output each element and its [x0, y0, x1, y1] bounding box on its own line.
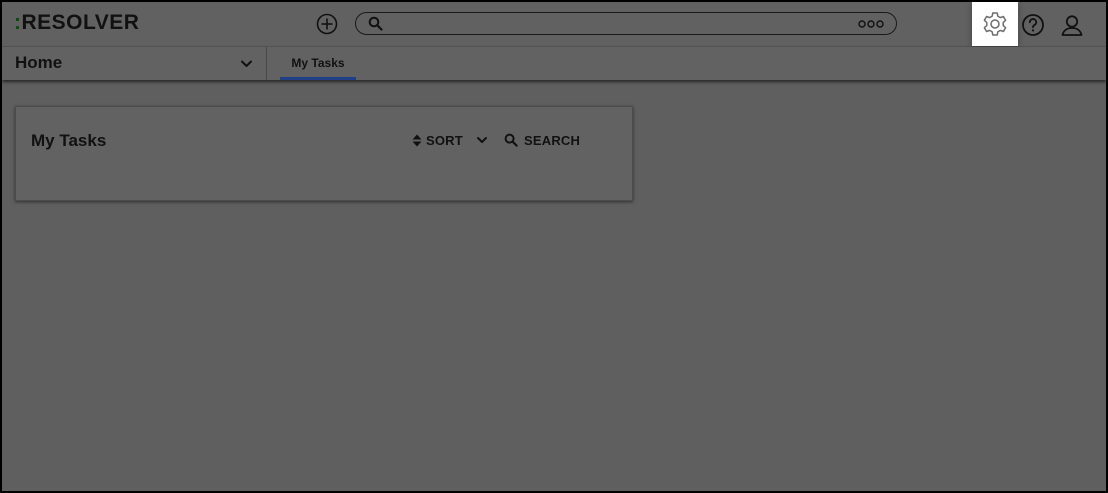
resolver-logo[interactable]: :RESOLVER — [14, 11, 139, 35]
my-tasks-card: My Tasks SORT SEARCH — [15, 106, 633, 201]
home-dropdown[interactable]: Home — [2, 47, 267, 80]
chevron-down-icon — [476, 137, 487, 143]
card-search-button[interactable]: SEARCH — [504, 131, 580, 149]
plus-circle-icon — [316, 13, 338, 35]
sort-button[interactable]: SORT — [412, 131, 489, 149]
help-icon — [1022, 14, 1044, 36]
more-options-icon[interactable] — [858, 19, 884, 29]
nav-bar: Home My Tasks — [2, 47, 1106, 80]
sort-icon — [412, 134, 422, 146]
search-icon — [504, 133, 518, 147]
chevron-down-icon — [241, 60, 252, 67]
search-label: SEARCH — [524, 132, 581, 148]
settings-button[interactable] — [980, 10, 1010, 38]
app-window: :RESOLVER Home My Tasks My Tasks SORT SE… — [0, 0, 1108, 493]
add-button[interactable] — [316, 13, 338, 35]
card-title: My Tasks — [31, 131, 107, 150]
home-dropdown-label: Home — [15, 53, 63, 72]
logo-colon: : — [14, 11, 22, 34]
logo-text: RESOLVER — [21, 11, 140, 34]
tab-my-tasks-label: My Tasks — [291, 56, 345, 70]
tab-my-tasks[interactable]: My Tasks — [280, 47, 356, 80]
sort-label: SORT — [426, 132, 463, 148]
search-icon — [368, 16, 383, 31]
top-bar: :RESOLVER — [2, 2, 1106, 47]
user-icon — [1061, 15, 1083, 36]
user-profile-button[interactable] — [1060, 13, 1084, 37]
gear-icon — [983, 12, 1007, 36]
global-search-input[interactable] — [355, 12, 897, 35]
active-tab-indicator — [280, 77, 356, 80]
help-button[interactable] — [1021, 13, 1045, 37]
